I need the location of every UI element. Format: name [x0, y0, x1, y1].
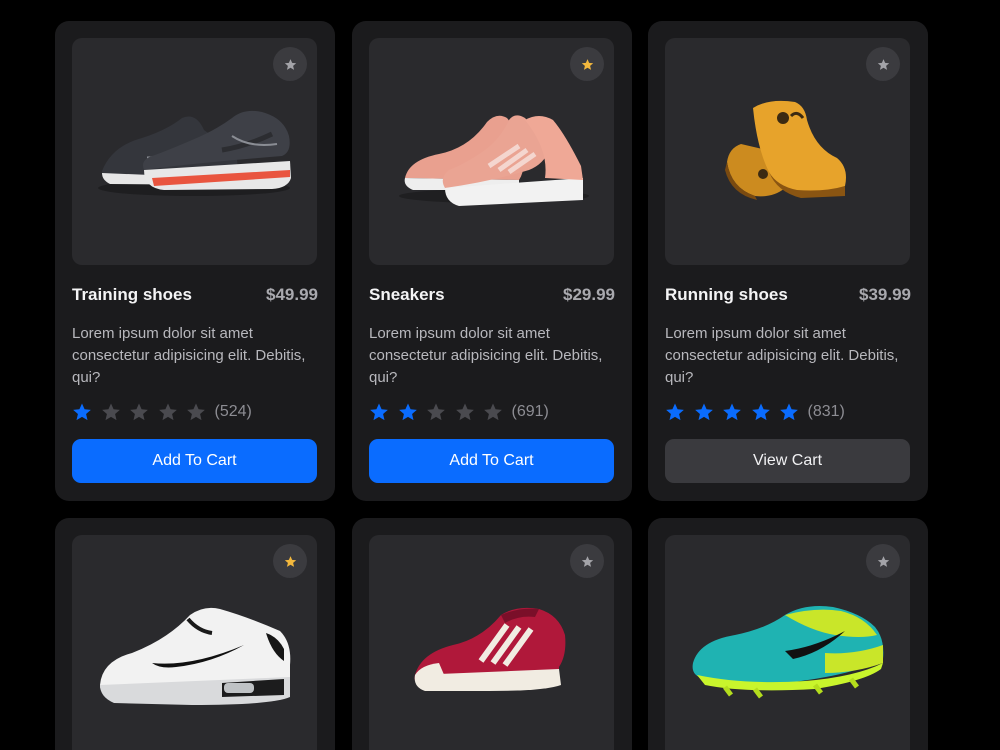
product-name: Sneakers: [369, 285, 445, 304]
product-description: Lorem ipsum dolor sit amet consectetur a…: [369, 325, 603, 386]
rating: (691): [369, 402, 549, 422]
star-empty-icon[interactable]: [129, 402, 149, 422]
favorite-button[interactable]: [570, 544, 604, 578]
product-card: [55, 518, 335, 750]
product-image[interactable]: [72, 38, 317, 265]
product-card: Running shoes $39.99 Lorem ipsum dolor s…: [648, 21, 928, 501]
star-icon: [877, 58, 889, 70]
add-to-cart-button[interactable]: Add To Cart: [72, 439, 317, 483]
product-price: $49.99: [266, 285, 318, 304]
favorite-button[interactable]: [866, 47, 900, 81]
product-image[interactable]: [369, 535, 614, 750]
product-card: Training shoes $49.99 Lorem ipsum dolor …: [55, 21, 335, 501]
view-cart-button[interactable]: View Cart: [665, 439, 910, 483]
product-name: Training shoes: [72, 285, 192, 304]
star-icon: [877, 555, 889, 567]
star-filled-icon[interactable]: [722, 402, 742, 422]
star-empty-icon[interactable]: [455, 402, 475, 422]
product-image[interactable]: [72, 535, 317, 750]
star-icon: [581, 58, 593, 70]
star-filled-icon[interactable]: [369, 402, 389, 422]
star-filled-icon[interactable]: [398, 402, 418, 422]
product-grid: Training shoes $49.99 Lorem ipsum dolor …: [0, 0, 1000, 750]
favorite-button[interactable]: [570, 47, 604, 81]
product-description: Lorem ipsum dolor sit amet consectetur a…: [665, 325, 899, 386]
title-row: Running shoes $39.99: [665, 285, 911, 305]
star-filled-icon[interactable]: [665, 402, 685, 422]
star-icon: [284, 58, 296, 70]
review-count: (524): [214, 403, 252, 420]
rating: (524): [72, 402, 252, 422]
product-description: Lorem ipsum dolor sit amet consectetur a…: [72, 325, 306, 386]
favorite-button[interactable]: [273, 544, 307, 578]
product-name: Running shoes: [665, 285, 788, 304]
star-empty-icon[interactable]: [186, 402, 206, 422]
star-empty-icon[interactable]: [426, 402, 446, 422]
product-card: [352, 518, 632, 750]
review-count: (831): [807, 403, 845, 420]
star-filled-icon[interactable]: [779, 402, 799, 422]
star-filled-icon[interactable]: [72, 402, 92, 422]
star-icon: [581, 555, 593, 567]
star-empty-icon[interactable]: [483, 402, 503, 422]
product-card: [648, 518, 928, 750]
title-row: Sneakers $29.99: [369, 285, 615, 305]
product-image[interactable]: [369, 38, 614, 265]
product-card: Sneakers $29.99 Lorem ipsum dolor sit am…: [352, 21, 632, 501]
rating: (831): [665, 402, 845, 422]
favorite-button[interactable]: [866, 544, 900, 578]
favorite-button[interactable]: [273, 47, 307, 81]
product-price: $39.99: [859, 285, 911, 304]
star-filled-icon[interactable]: [751, 402, 771, 422]
product-image[interactable]: [665, 535, 910, 750]
star-empty-icon[interactable]: [101, 402, 121, 422]
star-icon: [284, 555, 296, 567]
product-price: $29.99: [563, 285, 615, 304]
star-empty-icon[interactable]: [158, 402, 178, 422]
add-to-cart-button[interactable]: Add To Cart: [369, 439, 614, 483]
star-filled-icon[interactable]: [694, 402, 714, 422]
title-row: Training shoes $49.99: [72, 285, 318, 305]
product-image[interactable]: [665, 38, 910, 265]
review-count: (691): [511, 403, 549, 420]
